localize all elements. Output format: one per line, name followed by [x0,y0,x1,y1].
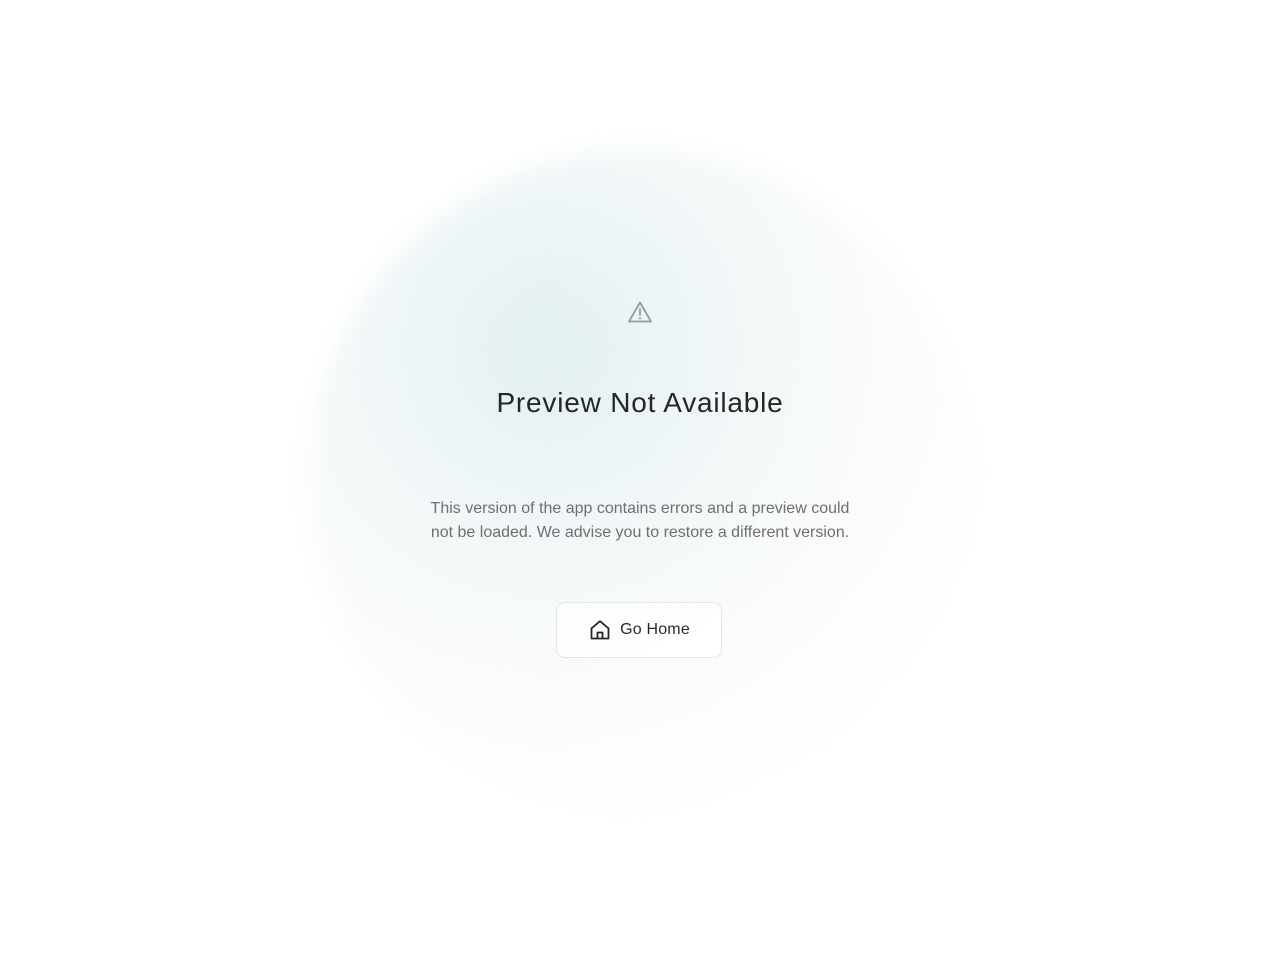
go-home-label: Go Home [620,621,690,638]
preview-error-page: Preview Not Available This version of th… [0,0,1280,960]
page-title: Preview Not Available [496,387,784,418]
home-icon [588,618,612,642]
go-home-button[interactable]: Go Home [556,602,722,658]
error-description: This version of the app contains errors … [430,500,850,541]
error-content: Preview Not Available This version of th… [0,0,1280,960]
warning-triangle-icon [627,300,653,324]
